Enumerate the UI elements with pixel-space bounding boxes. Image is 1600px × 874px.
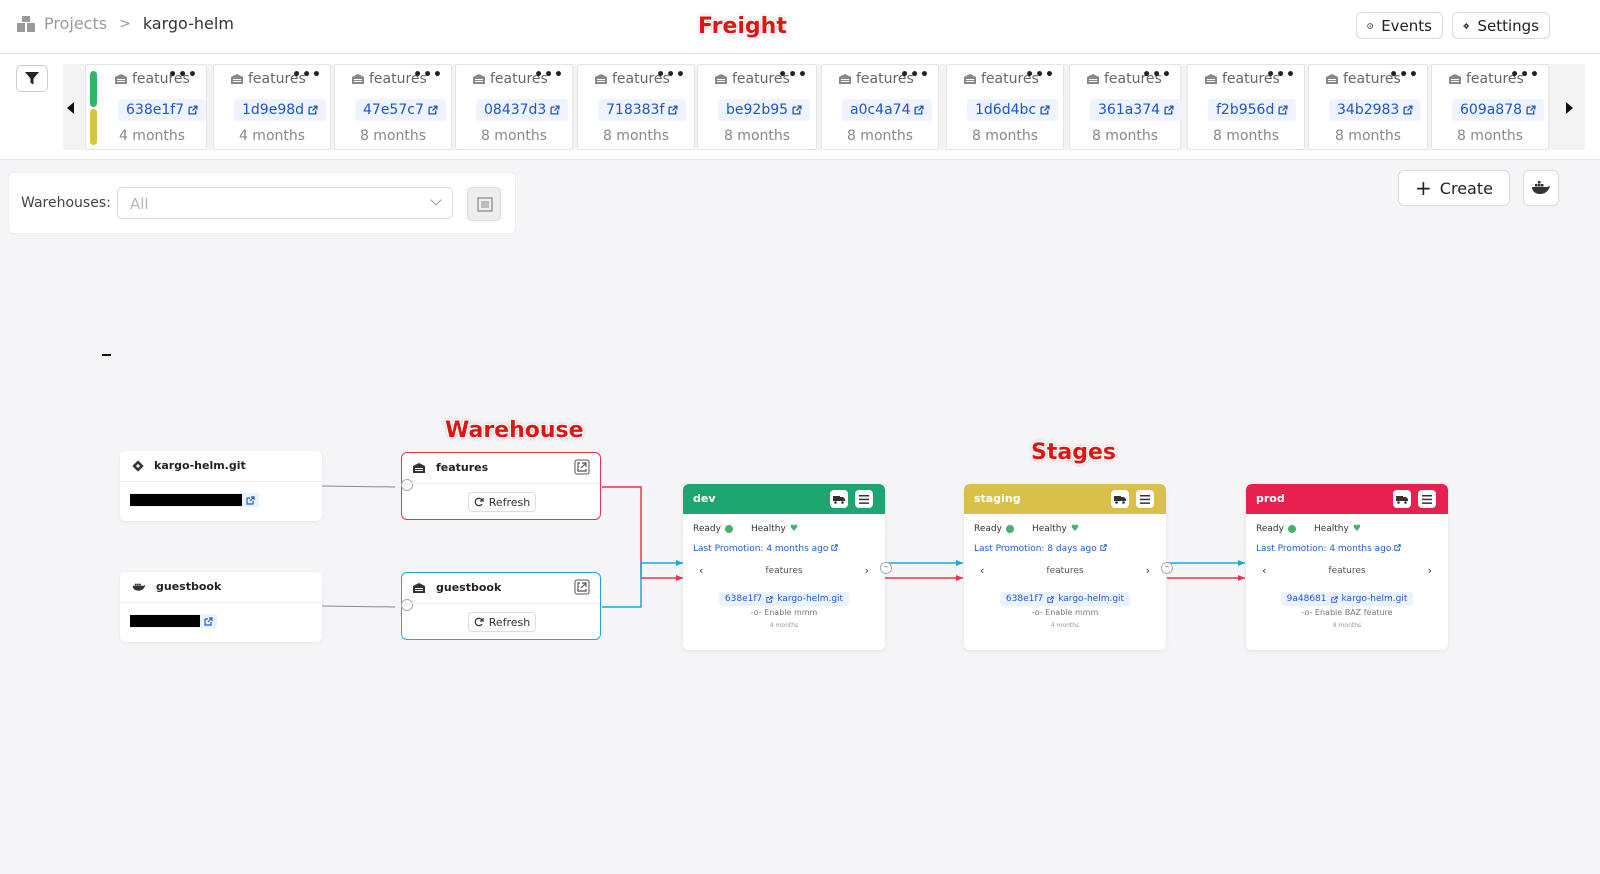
external-link-icon	[831, 544, 838, 551]
warehouse-annotation: Warehouse	[445, 418, 584, 443]
edge-features-dev	[602, 486, 683, 579]
refresh-label: Refresh	[488, 615, 531, 629]
last-promotion[interactable]: Last Promotion: 4 months ago	[693, 544, 838, 554]
git-icon	[132, 459, 144, 472]
health-status: Healthy ♥	[1031, 524, 1079, 534]
stage-node-staging[interactable]: staging Ready Healthy ♥ Last Promotion: 8 da…	[964, 484, 1173, 650]
menu-icon[interactable]	[855, 490, 873, 508]
repo-url-chip[interactable]	[130, 493, 259, 507]
refresh-icon	[474, 617, 484, 627]
collapse-icon[interactable]: –	[401, 479, 413, 491]
stage-freight-chip[interactable]: 638e1f7 kargo-helm.git	[718, 592, 850, 606]
refresh-button[interactable]: Refresh	[468, 492, 536, 512]
redacted-url	[130, 615, 200, 627]
external-link-icon	[1330, 595, 1338, 603]
edge-repo-guestbook	[321, 605, 396, 608]
menu-icon[interactable]	[1418, 490, 1436, 508]
stage-freight-age: 4 months	[1050, 622, 1080, 629]
stages-annotation: Stages	[1031, 440, 1116, 465]
repo-name: guestbook	[156, 580, 222, 593]
stage-freight-chip[interactable]: 638e1f7 kargo-helm.git	[999, 592, 1131, 606]
commit-message: -o- Enable BAZ feature	[1301, 608, 1393, 617]
external-link-icon[interactable]	[574, 579, 590, 595]
docker-icon	[132, 583, 146, 591]
promote-icon[interactable]	[1111, 490, 1129, 508]
commit-icon: -o-	[1031, 608, 1043, 617]
stage-name: dev	[693, 492, 716, 505]
last-promotion[interactable]: Last Promotion: 8 days ago	[974, 544, 1107, 554]
health-status: Healthy ♥	[1313, 524, 1361, 534]
refresh-button[interactable]: Refresh	[468, 612, 536, 632]
warehouse-node-guestbook[interactable]: – guestbook Refresh	[401, 572, 601, 640]
chevron-right-icon[interactable]: ›	[1428, 564, 1432, 577]
commit-icon: -o-	[750, 608, 762, 617]
promote-icon[interactable]	[1393, 490, 1411, 508]
external-link-icon[interactable]	[574, 459, 590, 475]
ready-status: Ready	[974, 524, 1014, 534]
stage-freight-age: 4 months	[769, 622, 799, 629]
stage-name: prod	[1256, 492, 1285, 505]
heart-icon: ♥	[789, 524, 798, 534]
stage-freight-age: 8 months	[1332, 622, 1362, 629]
warehouse-name: guestbook	[436, 581, 502, 594]
external-link-icon	[1394, 544, 1401, 551]
ready-status: Ready	[1256, 524, 1296, 534]
external-link-icon	[204, 616, 213, 626]
external-link-icon	[1047, 595, 1054, 603]
repo-name: kargo-helm.git	[154, 459, 246, 472]
collapse-icon[interactable]: –	[1161, 562, 1173, 574]
chevron-right-icon[interactable]: ›	[1146, 564, 1150, 577]
warehouse-name: features	[436, 461, 489, 474]
ready-dot-icon	[1005, 525, 1014, 533]
stage-warehouse: features	[1046, 566, 1084, 576]
heart-icon: ♥	[1352, 524, 1361, 534]
repo-node-kargo-helm[interactable]: kargo-helm.git	[120, 451, 322, 521]
redacted-url	[130, 494, 242, 506]
commit-message: -o- Enable mmm	[750, 608, 818, 617]
stage-name: staging	[974, 492, 1021, 505]
warehouse-icon	[413, 462, 425, 473]
pipeline-edges	[321, 485, 1245, 608]
menu-icon[interactable]	[1136, 490, 1154, 508]
commit-icon: -o-	[1301, 608, 1313, 617]
last-promotion[interactable]: Last Promotion: 4 months ago	[1256, 544, 1401, 554]
warehouse-icon	[413, 582, 425, 593]
repo-url-chip[interactable]	[130, 614, 217, 628]
ready-dot-icon	[724, 525, 733, 533]
heart-icon: ♥	[1070, 524, 1079, 534]
edge-repo-features	[321, 485, 396, 488]
external-link-icon	[246, 495, 255, 505]
warehouse-node-features[interactable]: – features Refresh	[401, 452, 601, 520]
stage-warehouse: features	[765, 566, 803, 576]
refresh-label: Refresh	[488, 495, 531, 509]
promote-icon[interactable]	[830, 490, 848, 508]
ready-dot-icon	[1287, 525, 1296, 533]
stage-node-dev[interactable]: dev Ready Healthy ♥ Last Promotion: 4 months…	[683, 484, 892, 650]
chevron-right-icon[interactable]: ›	[865, 564, 869, 577]
stage-node-prod[interactable]: prod Ready Healthy ♥ Last Promotion: 4 month…	[1246, 484, 1448, 650]
repo-node-guestbook[interactable]: guestbook	[120, 572, 322, 642]
commit-message: -o- Enable mmm	[1031, 608, 1099, 617]
health-status: Healthy ♥	[750, 524, 798, 534]
stage-freight-chip[interactable]: 9a48681 kargo-helm.git	[1280, 592, 1414, 606]
refresh-icon	[474, 497, 484, 507]
collapse-icon[interactable]: –	[880, 562, 892, 574]
ready-status: Ready	[693, 524, 733, 534]
edge-guestbook-dev	[602, 562, 683, 608]
external-link-icon	[766, 595, 773, 603]
collapse-icon[interactable]: –	[401, 599, 413, 611]
external-link-icon	[1099, 544, 1107, 551]
stage-warehouse: features	[1328, 566, 1366, 576]
